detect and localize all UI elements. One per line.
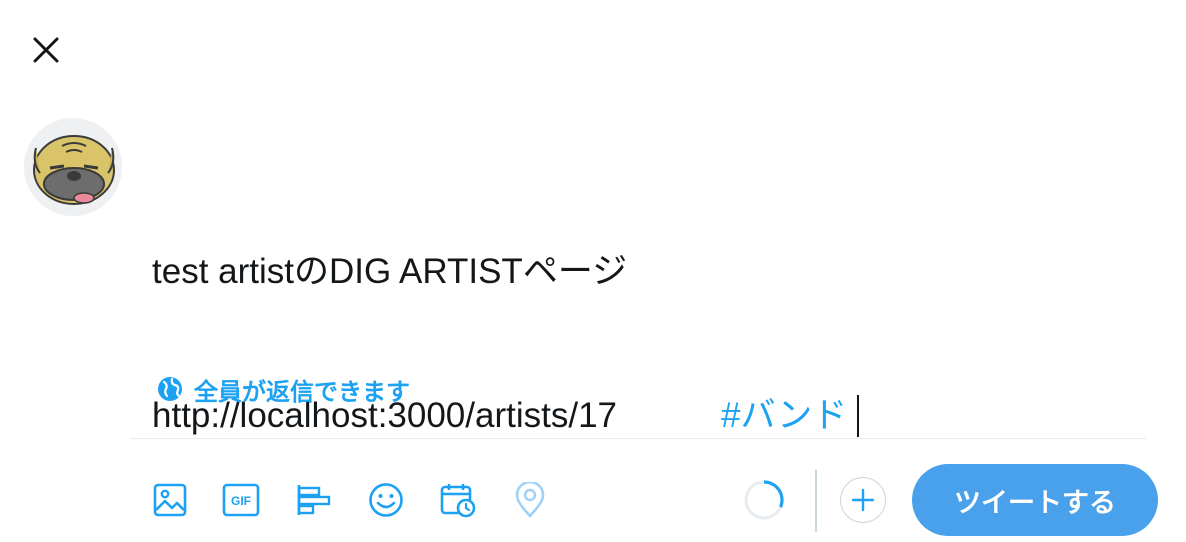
tweet-button[interactable]: ツイートする [912, 464, 1158, 536]
avatar[interactable] [24, 118, 122, 216]
globe-icon [158, 377, 182, 401]
text-caret [857, 395, 860, 437]
poll-button[interactable] [292, 478, 336, 522]
location-icon [515, 482, 545, 518]
toolbar-separator [815, 470, 817, 532]
gif-icon: GIF [222, 483, 260, 517]
schedule-icon [440, 484, 476, 518]
svg-text:GIF: GIF [231, 494, 251, 508]
pug-avatar-image [24, 118, 122, 216]
close-icon [33, 37, 59, 63]
media-button[interactable] [148, 478, 192, 522]
add-tweet-button[interactable] [840, 477, 886, 523]
reply-setting-button[interactable]: 全員が返信できます [156, 372, 410, 406]
close-button[interactable] [22, 26, 70, 74]
gif-button[interactable]: GIF [219, 478, 263, 522]
image-icon [153, 483, 187, 517]
compose-tweet-dialog: test artistのDIG ARTISTページ http://localho… [0, 0, 1186, 542]
progress-ring-icon [744, 480, 784, 520]
tweet-hashtag[interactable]: #バンド [721, 392, 847, 440]
tweet-text-line1: test artistのDIG ARTISTページ [152, 252, 628, 291]
poll-icon [297, 485, 331, 515]
emoji-icon [369, 483, 403, 517]
schedule-button[interactable] [436, 478, 480, 522]
character-count-progress [742, 478, 786, 522]
divider [130, 438, 1146, 439]
emoji-button[interactable] [364, 478, 408, 522]
location-button[interactable] [508, 478, 552, 522]
reply-setting-label: 全員が返信できます [194, 378, 410, 406]
plus-icon [851, 488, 875, 512]
